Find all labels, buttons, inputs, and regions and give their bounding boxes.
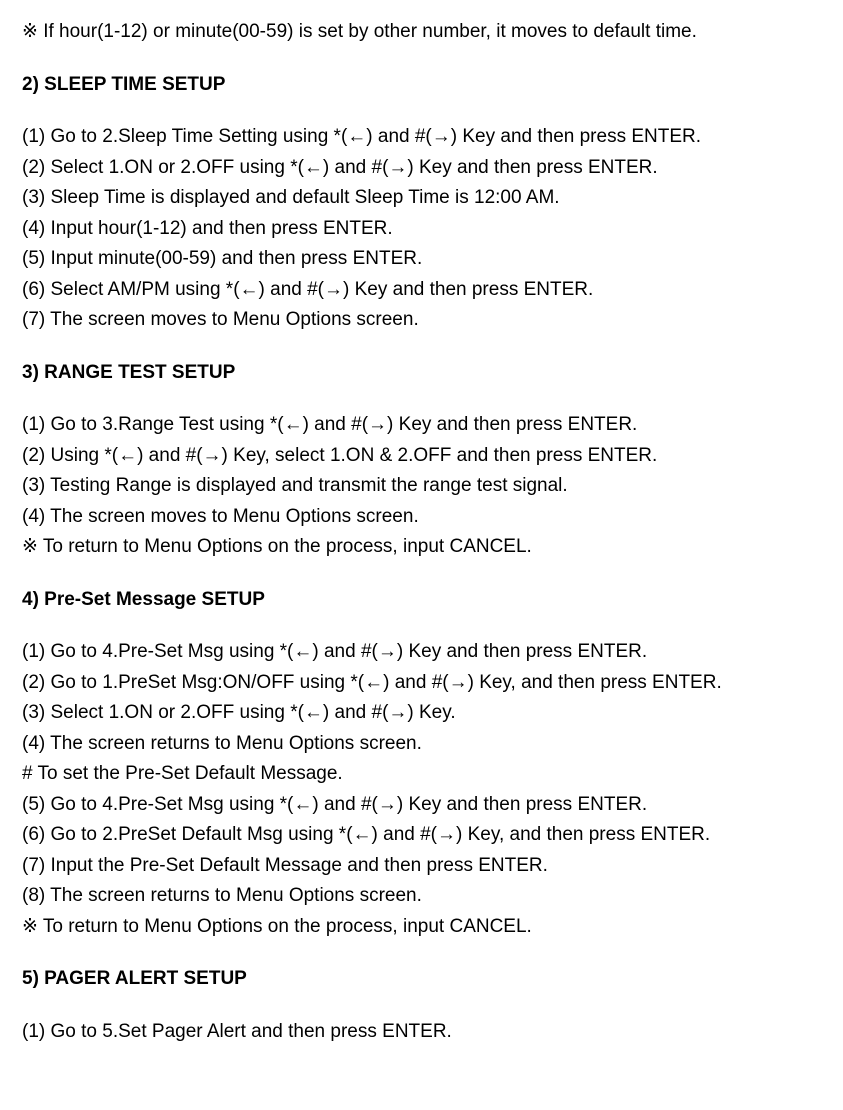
section3-note: ※ To return to Menu Options on the proce…: [22, 533, 825, 562]
section4-note: ※ To return to Menu Options on the proce…: [22, 913, 825, 942]
section2-step-3: (3) Sleep Time is displayed and default …: [22, 184, 825, 213]
section4-step-5: (5) Go to 4.Pre-Set Msg using *(←) and #…: [22, 791, 825, 820]
section4-step-4: (4) The screen returns to Menu Options s…: [22, 730, 825, 759]
section4-step-3: (3) Select 1.ON or 2.OFF using *(←) and …: [22, 699, 825, 728]
section2-step-1: (1) Go to 2.Sleep Time Setting using *(←…: [22, 123, 825, 152]
note-top: ※ If hour(1-12) or minute(00-59) is set …: [22, 18, 825, 47]
section2-step-2: (2) Select 1.ON or 2.OFF using *(←) and …: [22, 154, 825, 183]
section3-step-1: (1) Go to 3.Range Test using *(←) and #(…: [22, 411, 825, 440]
section5-title: 5) PAGER ALERT SETUP: [22, 965, 825, 994]
section3-title: 3) RANGE TEST SETUP: [22, 359, 825, 388]
section5-step-1: (1) Go to 5.Set Pager Alert and then pre…: [22, 1018, 825, 1047]
section3-step-4: (4) The screen moves to Menu Options scr…: [22, 503, 825, 532]
section3-step-3: (3) Testing Range is displayed and trans…: [22, 472, 825, 501]
section2-step-6: (6) Select AM/PM using *(←) and #(→) Key…: [22, 276, 825, 305]
section3-step-2: (2) Using *(←) and #(→) Key, select 1.ON…: [22, 442, 825, 471]
section2-step-7: (7) The screen moves to Menu Options scr…: [22, 306, 825, 335]
section2-title: 2) SLEEP TIME SETUP: [22, 71, 825, 100]
section4-step-1: (1) Go to 4.Pre-Set Msg using *(←) and #…: [22, 638, 825, 667]
section4-step-7: (7) Input the Pre-Set Default Message an…: [22, 852, 825, 881]
section2-step-4: (4) Input hour(1-12) and then press ENTE…: [22, 215, 825, 244]
section4-title: 4) Pre-Set Message SETUP: [22, 586, 825, 615]
section4-sub-note: # To set the Pre-Set Default Message.: [22, 760, 825, 789]
section4-step-2: (2) Go to 1.PreSet Msg:ON/OFF using *(←)…: [22, 669, 825, 698]
section4-step-8: (8) The screen returns to Menu Options s…: [22, 882, 825, 911]
section2-step-5: (5) Input minute(00-59) and then press E…: [22, 245, 825, 274]
section4-step-6: (6) Go to 2.PreSet Default Msg using *(←…: [22, 821, 825, 850]
